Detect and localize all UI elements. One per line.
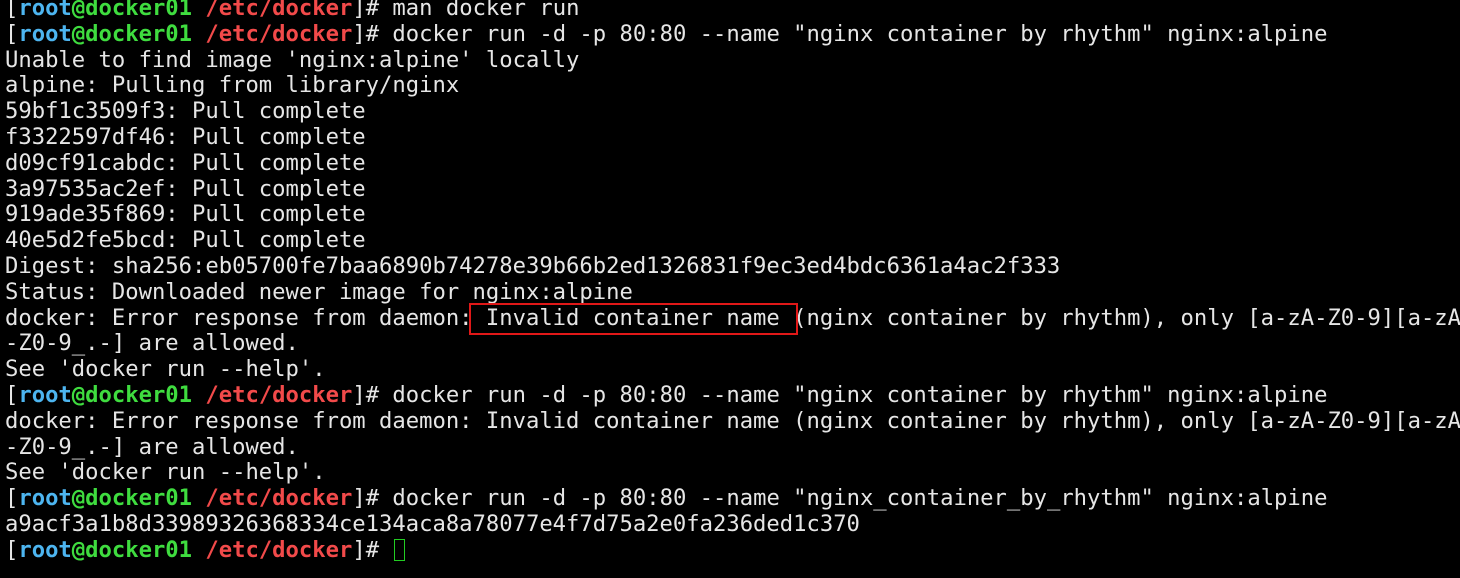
- output-text: See 'docker run --help'.: [5, 459, 326, 486]
- prompt-at: @: [71, 0, 86, 21]
- output-text: a9acf3a1b8d33989326368334ce134aca8a78077…: [5, 510, 860, 537]
- prompt-bracket-close: ]#: [352, 536, 393, 563]
- command-text: man docker run: [392, 0, 580, 21]
- prompt-host: docker01: [85, 536, 193, 563]
- prompt-path: /etc/docker: [205, 0, 353, 21]
- prompt-host: docker01: [85, 485, 193, 512]
- command-text: docker run -d -p 80:80 --name "nginx con…: [392, 381, 1328, 408]
- prompt-path: /etc/docker: [205, 20, 353, 47]
- output-line: a9acf3a1b8d33989326368334ce134aca8a78077…: [5, 510, 1460, 538]
- terminal-output[interactable]: [root@docker01 /etc/docker]# man docker …: [5, 0, 1460, 564]
- prompt-bracket-close: ]#: [352, 0, 393, 21]
- prompt-line: [root@docker01 /etc/docker]# docker run …: [5, 20, 1460, 48]
- output-line: d09cf91cabdc: Pull complete: [5, 149, 1460, 177]
- command-text: docker run -d -p 80:80 --name "nginx con…: [392, 20, 1328, 47]
- output-line: -Z0-9_.-] are allowed.: [5, 330, 1460, 357]
- output-text: 3a97535ac2ef: Pull complete: [5, 175, 366, 202]
- prompt-at: @: [71, 536, 86, 563]
- prompt-bracket-close: ]#: [352, 381, 393, 408]
- prompt-line: [root@docker01 /etc/docker]# docker run …: [5, 381, 1460, 409]
- output-line: f3322597df46: Pull complete: [5, 123, 1460, 151]
- cursor-icon[interactable]: [394, 538, 406, 561]
- prompt-host: docker01: [85, 0, 193, 21]
- output-text: 59bf1c3509f3: Pull complete: [5, 98, 366, 125]
- prompt-user: root: [18, 381, 72, 408]
- output-text: Digest: sha256:eb05700fe7baa6890b74278e3…: [5, 252, 1061, 279]
- output-text: See 'docker run --help'.: [5, 356, 326, 383]
- prompt-user: root: [18, 20, 72, 47]
- output-text: d09cf91cabdc: Pull complete: [5, 149, 366, 176]
- output-text: -Z0-9_.-] are allowed.: [5, 433, 299, 460]
- prompt-bracket-close: ]#: [352, 485, 393, 512]
- prompt-at: @: [71, 20, 86, 47]
- prompt-path: /etc/docker: [205, 536, 353, 563]
- output-text: 40e5d2fe5bcd: Pull complete: [5, 227, 366, 254]
- prompt-at: @: [71, 381, 86, 408]
- prompt-bracket-close: ]#: [352, 20, 393, 47]
- output-line: 919ade35f869: Pull complete: [5, 201, 1460, 228]
- command-text: docker run -d -p 80:80 --name "nginx_con…: [392, 485, 1328, 512]
- output-text: -Z0-9_.-] are allowed.: [5, 330, 299, 357]
- output-text: Unable to find image 'nginx:alpine' loca…: [5, 46, 580, 73]
- output-line: See 'docker run --help'.: [5, 459, 1460, 486]
- prompt-line: [root@docker01 /etc/docker]#: [5, 536, 1460, 564]
- prompt-user: root: [18, 485, 72, 512]
- prompt-line: [root@docker01 /etc/docker]# docker run …: [5, 485, 1460, 512]
- output-line: 3a97535ac2ef: Pull complete: [5, 175, 1460, 203]
- output-line: Status: Downloaded newer image for nginx…: [5, 278, 1460, 306]
- prompt-bracket-open: [: [5, 485, 19, 512]
- output-line: 59bf1c3509f3: Pull complete: [5, 98, 1460, 125]
- prompt-bracket-open: [: [5, 536, 19, 563]
- prompt-path: /etc/docker: [205, 381, 353, 408]
- prompt-bracket-open: [: [5, 0, 19, 21]
- output-line: Digest: sha256:eb05700fe7baa6890b74278e3…: [5, 252, 1460, 280]
- prompt-path: /etc/docker: [205, 485, 353, 512]
- output-line: See 'docker run --help'.: [5, 356, 1460, 383]
- prompt-at: @: [71, 485, 86, 512]
- prompt-line: [root@docker01 /etc/docker]# man docker …: [5, 0, 1460, 22]
- output-text: f3322597df46: Pull complete: [5, 123, 366, 150]
- output-text: alpine: Pulling from library/nginx: [5, 72, 460, 99]
- prompt-user: root: [18, 536, 72, 563]
- output-text: 919ade35f869: Pull complete: [5, 201, 366, 228]
- prompt-host: docker01: [85, 20, 193, 47]
- prompt-bracket-open: [: [5, 20, 19, 47]
- prompt-user: root: [18, 0, 72, 21]
- prompt-bracket-open: [: [5, 381, 19, 408]
- output-text: Status: Downloaded newer image for nginx…: [5, 278, 633, 305]
- output-line: docker: Error response from daemon: Inva…: [5, 407, 1460, 435]
- output-line: -Z0-9_.-] are allowed.: [5, 433, 1460, 461]
- output-line: alpine: Pulling from library/nginx: [5, 72, 1460, 99]
- output-line: 40e5d2fe5bcd: Pull complete: [5, 227, 1460, 254]
- output-line: Unable to find image 'nginx:alpine' loca…: [5, 46, 1460, 74]
- output-text: docker: Error response from daemon: Inva…: [5, 407, 1460, 434]
- prompt-host: docker01: [85, 381, 193, 408]
- highlight-box-invalid-container-name: [469, 303, 798, 335]
